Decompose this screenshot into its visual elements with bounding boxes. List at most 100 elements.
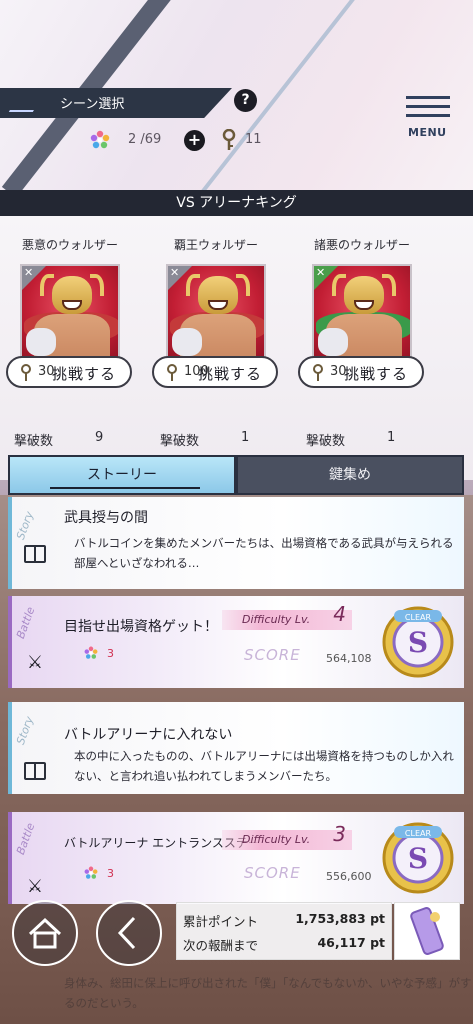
difficulty-label: Difficulty Lv. [242, 833, 311, 846]
arena-panel: 悪意のウォルザー ✕ 30 挑戦する 撃破数 9 覇王ウォルザー ✕ 100 挑… [0, 216, 473, 480]
next-reward-row: 次の報酬まで 46,117 pt [183, 935, 385, 954]
flower-icon [84, 646, 98, 659]
story-card[interactable]: Story 武具授与の間 バトルコインを集めたメンバーたちは、出場資格である武具… [8, 497, 464, 589]
scene-select-title: シーン選択 [60, 97, 125, 112]
horn-right [90, 274, 104, 296]
horn-right [236, 274, 250, 296]
flower-icon [90, 130, 110, 149]
home-icon [28, 917, 62, 949]
hamburger-line [406, 96, 450, 99]
kills-value: 1 [387, 430, 396, 445]
flower-reward: 3 [107, 867, 114, 880]
reward-button[interactable] [394, 902, 460, 960]
rank-letter: S [408, 842, 428, 875]
opponent-portrait[interactable]: ✕ [20, 264, 120, 368]
opponent-name: 悪意のウォルザー [21, 238, 118, 252]
total-points-value: 1,753,883 pt [295, 911, 385, 926]
opponent-portrait[interactable]: ✕ [312, 264, 412, 368]
fist [318, 328, 348, 356]
card-description: バトルコインを集めたメンバーたちは、出場資格である武具が与えられる部屋へといざな… [74, 536, 454, 570]
key-count: 11 [245, 132, 262, 147]
kills-value: 1 [241, 430, 250, 445]
kills-value: 9 [95, 430, 104, 445]
hamburger-line [406, 105, 450, 108]
flower-reward: 3 [107, 647, 114, 660]
book-icon [24, 545, 46, 563]
card-side: Battle ⚔ [12, 596, 56, 688]
kills-label: 撃破数 [14, 434, 54, 449]
kills-label: 撃破数 [160, 434, 200, 449]
flower-icon [84, 866, 98, 879]
card-type-tag: Battle [14, 605, 38, 641]
battle-card[interactable]: Battle ⚔ バトルアリーナ エントランスステージ！ Difficulty … [8, 812, 464, 904]
card-type-tag: Story [14, 714, 37, 747]
card-side: Battle ⚔ [12, 812, 56, 904]
menu-label: MENU [408, 126, 447, 139]
card-title: バトルアリーナに入れない [64, 727, 233, 743]
next-reward-value: 46,117 pt [317, 935, 385, 950]
arena-title: VS アリーナキング [0, 190, 473, 216]
key-icon [21, 364, 31, 381]
clear-medal-icon: CLEAR S [382, 606, 454, 678]
next-card-description: 身体み、総田に保上に呼び出された「僕」「なんでもないか、いやな予感」がするのだと… [64, 976, 472, 1010]
challenge-button[interactable]: 100 挑戦する [152, 356, 278, 388]
opponent-portrait[interactable]: ✕ [166, 264, 266, 368]
card-title: 武具授与の間 [64, 510, 148, 526]
challenge-label: 挑戦する [197, 365, 262, 383]
feather-pen-icon [8, 94, 44, 112]
clear-label: CLEAR [405, 613, 432, 622]
card-type-tag: Story [14, 509, 37, 542]
difficulty-level: 4 [333, 602, 346, 626]
help-button[interactable]: ? [234, 89, 257, 112]
difficulty-label: Difficulty Lv. [242, 613, 311, 626]
kills-label: 撃破数 [306, 434, 346, 449]
points-panel: 累計ポイント 1,753,883 pt 次の報酬まで 46,117 pt [176, 902, 392, 960]
story-card[interactable]: Story バトルアリーナに入れない 本の中に入ったものの、バトルアリーナには出… [8, 702, 464, 794]
score-value: 556,600 [326, 870, 372, 883]
clear-medal-icon: CLEAR S [382, 822, 454, 894]
reward-item-icon [410, 907, 444, 955]
battle-card[interactable]: Battle ⚔ 目指せ出場資格ゲット！ Difficulty Lv. 4 3 … [8, 596, 464, 688]
difficulty-badge: Difficulty Lv. 4 [222, 604, 352, 630]
fist [26, 328, 56, 356]
difficulty-level: 3 [333, 822, 346, 846]
rank-letter: S [408, 626, 428, 659]
total-points-label: 累計ポイント [183, 914, 259, 929]
crossed-swords-icon: ⚔ [26, 876, 44, 897]
opponent-name: 覇王ウォルザー [173, 238, 258, 252]
score-label: SCORE [244, 646, 301, 664]
back-button[interactable] [96, 900, 162, 966]
horn-right [382, 274, 396, 296]
challenge-button[interactable]: 30 挑戦する [6, 356, 132, 388]
score-label: SCORE [244, 864, 301, 882]
fist [172, 328, 202, 356]
challenge-label: 挑戦する [51, 365, 116, 383]
flower-count: 2 /69 [128, 132, 162, 147]
total-points-row: 累計ポイント 1,753,883 pt [183, 911, 385, 930]
book-icon [24, 762, 46, 780]
tab-story[interactable]: ストーリー [8, 455, 236, 495]
card-title: 目指せ出場資格ゲット！ [64, 619, 218, 635]
add-button[interactable]: + [184, 130, 205, 151]
card-side: Story [12, 702, 56, 794]
back-arrow-icon [117, 916, 136, 950]
scene-tabs: ストーリー 鍵集め [8, 455, 464, 495]
card-description: 本の中に入ったものの、バトルアリーナには出場資格を持つものしか入れない、と言われ… [74, 749, 454, 783]
home-button[interactable] [12, 900, 78, 966]
challenge-button[interactable]: 30 挑戦する [298, 356, 424, 388]
score-value: 564,108 [326, 652, 372, 665]
key-icon [222, 129, 236, 150]
tab-keys[interactable]: 鍵集め [236, 455, 464, 495]
challenge-label: 挑戦する [343, 365, 408, 383]
next-reward-label: 次の報酬まで [183, 938, 259, 953]
difficulty-badge: Difficulty Lv. 3 [222, 824, 352, 850]
menu-button[interactable]: MENU [402, 96, 452, 140]
opponent-name: 諸悪のウォルザー [313, 238, 410, 252]
card-type-tag: Battle [14, 821, 38, 857]
key-icon [313, 364, 323, 381]
card-side: Story [12, 497, 56, 589]
hamburger-line [406, 114, 450, 117]
key-icon [167, 364, 177, 381]
clear-label: CLEAR [405, 829, 432, 838]
crossed-swords-icon: ⚔ [26, 652, 44, 673]
